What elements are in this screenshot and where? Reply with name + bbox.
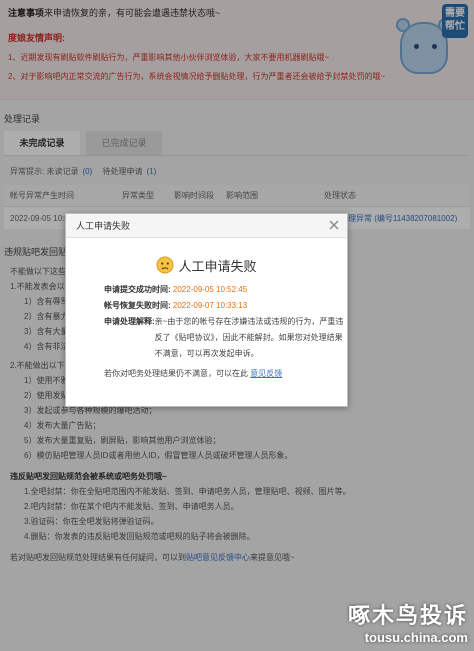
dialog-header-title: 人工申请失败 [76,221,131,231]
dialog-details: 申请提交成功时间: 2022-09-05 10:52:45 帐号恢复失败时间: … [66,276,347,382]
submit-time-value: 2022-09-05 10:52:45 [172,285,248,294]
fail-time-value: 2022-09-07 10:33:13 [172,301,248,310]
dialog-title: 人工申请失败 [66,254,347,276]
fail-time-row: 帐号恢复失败时间: 2022-09-07 10:33:13 [104,298,347,314]
feedback-prefix: 若你对吧务处理结果仍不满意，可以在此 [104,369,248,378]
watermark-brand: 啄木鸟投诉 [347,603,468,628]
fail-time-label: 帐号恢复失败时间: [104,301,171,310]
explanation-text: 亲~由于您的帐号存在涉嫌违法或违规的行为，严重违反了《贴吧协议》，因此不能解封。… [154,317,344,358]
dialog-title-text: 人工申请失败 [178,258,257,274]
sad-face-icon [156,256,174,274]
feedback-link[interactable]: 意见反馈 [250,369,282,378]
explanation-row: 申请处理解释: 亲~由于您的帐号存在涉嫌违法或违规的行为，严重违反了《贴吧协议》… [104,314,347,362]
watermark-url: tousu.china.com [364,630,468,645]
submit-time-label: 申请提交成功时间: [104,285,171,294]
watermark: 啄木鸟投诉 tousu.china.com [348,598,468,645]
appeal-failed-dialog: 人工申请失败 人工申请失败 申请提交成功时间: 2022-09-05 10:52… [65,213,348,407]
explanation-label: 申请处理解释: [104,317,155,326]
dialog-header: 人工申请失败 [66,214,347,238]
feedback-row: 若你对吧务处理结果仍不满意，可以在此 意见反馈 [104,366,347,382]
submit-time-row: 申请提交成功时间: 2022-09-05 10:52:45 [104,282,347,298]
close-icon[interactable] [327,218,341,232]
